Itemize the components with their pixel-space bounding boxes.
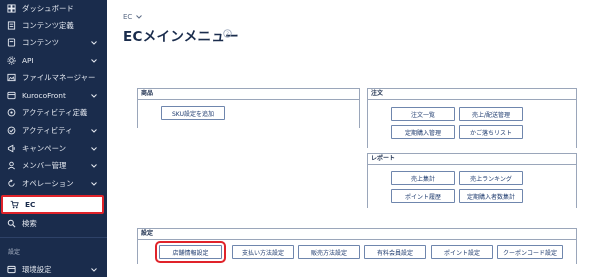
panel-title-report: レポート xyxy=(368,154,576,164)
panel-divider xyxy=(138,99,359,100)
chevron-down-icon xyxy=(91,163,99,168)
svg-text:?: ? xyxy=(226,31,229,37)
sidebar-item-label: EC xyxy=(25,200,36,209)
chevron-down-icon xyxy=(91,181,99,186)
environment-icon xyxy=(7,265,16,274)
panel-divider xyxy=(368,164,576,165)
sidebar-item-label: ファイルマネージャー xyxy=(22,73,96,82)
search-icon xyxy=(7,219,16,228)
sidebar-item-file-manager[interactable]: ファイルマネージャー xyxy=(0,68,107,87)
content-icon xyxy=(7,38,16,47)
order-list-button[interactable]: 注文一覧 xyxy=(391,107,455,121)
sidebar-item-operation[interactable]: オペレーション xyxy=(0,174,107,193)
kuroco-front-icon xyxy=(7,91,16,100)
chevron-down-icon xyxy=(91,40,99,45)
payment-method-settings-button[interactable]: 支払い方法設定 xyxy=(232,245,294,259)
sales-method-settings-button[interactable]: 販売方法設定 xyxy=(298,245,360,259)
subscription-management-button[interactable]: 定期購入管理 xyxy=(391,125,455,139)
sidebar-item-label: ダッシュボード xyxy=(22,4,74,13)
operation-icon xyxy=(7,179,16,188)
sidebar-item-label: オペレーション xyxy=(22,179,74,188)
panel-divider xyxy=(138,239,576,240)
chevron-down-icon xyxy=(91,93,99,98)
sales-summary-button[interactable]: 売上集計 xyxy=(391,171,455,185)
activity-definition-icon xyxy=(7,108,16,117)
sidebar-item-label: API xyxy=(22,56,34,65)
panel-title-product: 商品 xyxy=(138,89,359,99)
chevron-down-icon xyxy=(91,128,99,133)
sidebar-item-label: メンバー管理 xyxy=(22,161,67,170)
file-manager-icon xyxy=(7,73,16,82)
sales-shipping-management-button[interactable]: 売上/配送管理 xyxy=(459,107,523,121)
cart-icon xyxy=(10,200,19,209)
chevron-down-icon xyxy=(136,15,143,19)
sidebar-item-cart[interactable]: EC xyxy=(1,195,104,214)
content-definition-icon xyxy=(7,21,16,30)
page-title: ECメインメニュー xyxy=(123,29,239,45)
sidebar-item-label: アクティビティ xyxy=(22,126,73,135)
sidebar-item-label: 検索 xyxy=(22,219,37,228)
abandoned-cart-list-button[interactable]: かご落ちリスト xyxy=(459,125,523,139)
point-history-button[interactable]: ポイント履歴 xyxy=(391,189,455,203)
sidebar-item-environment-settings[interactable]: 環境設定 xyxy=(0,260,107,277)
campaign-icon xyxy=(7,144,16,153)
panel-title-order: 注文 xyxy=(368,89,576,99)
sales-ranking-button[interactable]: 売上ランキング xyxy=(459,171,523,185)
sidebar-item-label: アクティビティ定義 xyxy=(22,108,88,117)
coupon-code-settings-button[interactable]: クーポンコード設定 xyxy=(497,245,563,259)
subscriber-count-summary-button[interactable]: 定期購入者数集計 xyxy=(459,189,523,203)
paid-member-settings-button[interactable]: 有料会員設定 xyxy=(364,245,426,259)
sidebar-section-settings: 設定 xyxy=(8,249,21,256)
sidebar-divider xyxy=(0,237,107,238)
chevron-down-icon xyxy=(91,58,99,63)
help-icon[interactable]: ? xyxy=(223,29,232,38)
chevron-down-icon xyxy=(91,267,99,272)
sidebar-item-content[interactable]: コンテンツ xyxy=(0,33,107,52)
sidebar: ダッシュボード コンテンツ定義 コンテンツ API ファイルマネージャー KurocoFr… xyxy=(0,0,107,277)
dashboard-icon xyxy=(7,4,16,13)
sidebar-item-label: KurocoFront xyxy=(22,91,66,100)
sidebar-item-label: コンテンツ定義 xyxy=(22,21,74,30)
sidebar-item-label: コンテンツ xyxy=(22,38,59,47)
sidebar-item-member[interactable]: メンバー管理 xyxy=(0,156,107,175)
point-settings-button[interactable]: ポイント設定 xyxy=(431,245,493,259)
sidebar-item-label: 環境設定 xyxy=(22,265,52,274)
sidebar-item-label: キャンペーン xyxy=(22,144,66,153)
sidebar-item-activity[interactable]: アクティビティ xyxy=(0,121,107,140)
sidebar-item-activity-definition[interactable]: アクティビティ定義 xyxy=(0,103,107,122)
panel-divider xyxy=(368,99,576,100)
sidebar-item-search[interactable]: 検索 xyxy=(0,214,107,233)
activity-icon xyxy=(7,126,16,135)
panel-title-settings: 設定 xyxy=(138,229,576,239)
breadcrumb[interactable]: EC xyxy=(123,13,143,21)
member-icon xyxy=(7,161,16,170)
store-info-settings-button[interactable]: 店舗情報設定 xyxy=(155,241,226,263)
api-icon xyxy=(7,56,16,65)
add-sku-settings-button[interactable]: SKU設定を追加 xyxy=(161,106,225,120)
breadcrumb-label: EC xyxy=(123,13,133,21)
chevron-down-icon xyxy=(91,146,99,151)
